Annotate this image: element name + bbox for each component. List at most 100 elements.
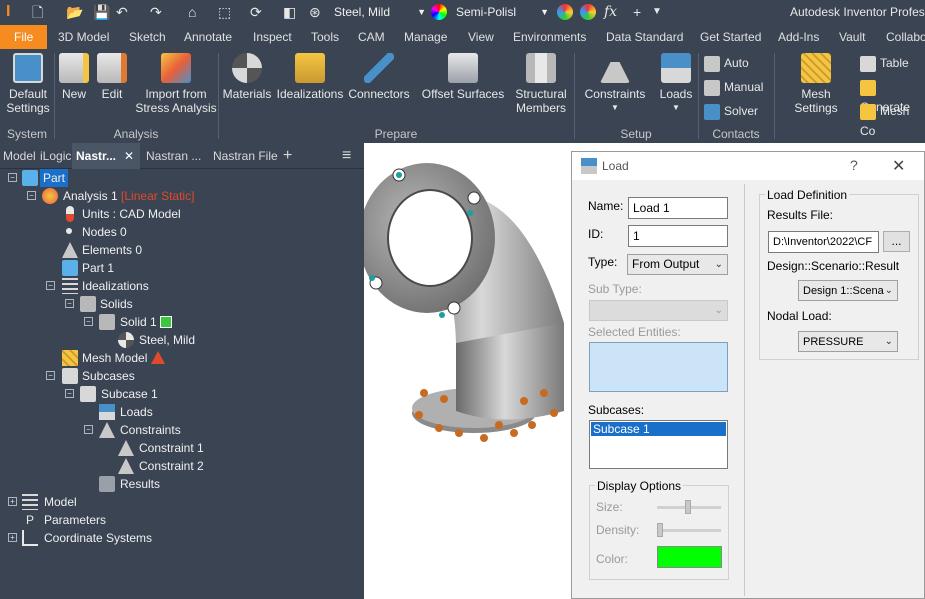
loads-button[interactable]: Loads ▼ bbox=[654, 53, 698, 115]
tab-data-standard[interactable]: Data Standard bbox=[600, 25, 689, 49]
collapse-icon[interactable]: − bbox=[84, 425, 93, 434]
tree-analysis[interactable]: Analysis 1 [Linear Static] bbox=[63, 187, 194, 205]
type-select[interactable]: From Output ⌄ bbox=[627, 254, 728, 275]
tab-view[interactable]: View bbox=[462, 25, 500, 49]
tab-nastran-file[interactable]: Nastran File bbox=[213, 143, 278, 169]
redo-icon[interactable]: ↷ bbox=[150, 3, 162, 21]
tab-add-ins[interactable]: Add-Ins bbox=[772, 25, 825, 49]
new-doc-icon[interactable]: 🗋 bbox=[32, 3, 43, 21]
manual-button[interactable]: Manual bbox=[704, 77, 763, 97]
generate-button[interactable]: Generate bbox=[860, 77, 925, 114]
tree-parameters[interactable]: Parameters bbox=[44, 511, 106, 529]
chevron-down-icon[interactable]: ▼ bbox=[654, 101, 698, 115]
parts-icon[interactable]: ◧ bbox=[283, 3, 296, 21]
appearance-dropdown[interactable]: Semi-Polisl ▼ bbox=[452, 2, 551, 22]
update-icon[interactable]: ⟳ bbox=[250, 3, 262, 21]
idealizations-button[interactable]: Idealizations bbox=[275, 53, 345, 101]
expand-icon[interactable]: + bbox=[8, 533, 17, 542]
home-icon[interactable]: ⌂ bbox=[188, 3, 196, 21]
tab-get-started[interactable]: Get Started bbox=[694, 25, 767, 49]
menu-icon[interactable]: ≡ bbox=[342, 143, 351, 169]
tree-nodes[interactable]: Nodes 0 bbox=[82, 223, 127, 241]
default-settings-button[interactable]: Default Settings bbox=[4, 53, 52, 115]
tab-file[interactable]: File bbox=[0, 25, 48, 49]
tab-nastran-2[interactable]: Nastran ... bbox=[146, 143, 201, 169]
collapse-icon[interactable]: − bbox=[8, 173, 17, 182]
chevron-down-icon[interactable]: ▼ bbox=[580, 101, 650, 115]
undo-icon[interactable]: ↶ bbox=[116, 3, 128, 21]
tab-vault[interactable]: Vault bbox=[833, 25, 871, 49]
add-tab-icon[interactable]: + bbox=[283, 143, 292, 169]
tree-loads[interactable]: Loads bbox=[120, 403, 153, 421]
tree-solids[interactable]: Solids bbox=[100, 295, 133, 313]
tab-sketch[interactable]: Sketch bbox=[123, 25, 172, 49]
tree-part[interactable]: Part bbox=[40, 169, 69, 187]
density-slider-thumb[interactable] bbox=[657, 523, 663, 537]
structural-members-button[interactable]: Structural Members bbox=[510, 53, 572, 115]
color-swatch[interactable] bbox=[657, 546, 722, 568]
dialog-titlebar[interactable]: Load ? ✕ bbox=[572, 152, 924, 180]
nodal-load-select[interactable]: PRESSURE ⌄ bbox=[798, 331, 898, 352]
tree-subcases[interactable]: Subcases bbox=[82, 367, 135, 385]
collapse-icon[interactable]: − bbox=[65, 299, 74, 308]
tab-ilogic[interactable]: iLogic bbox=[40, 143, 71, 169]
tree-solid1[interactable]: Solid 1 bbox=[120, 313, 157, 331]
size-slider[interactable] bbox=[657, 500, 721, 514]
fx-icon[interactable]: fx bbox=[604, 3, 617, 21]
chevron-down-icon[interactable]: ▼ bbox=[652, 3, 662, 21]
new-button[interactable]: New bbox=[58, 53, 90, 101]
subcases-list[interactable]: Subcase 1 bbox=[589, 420, 728, 469]
tab-3d-model[interactable]: 3D Model bbox=[52, 25, 115, 49]
tree-constraint1[interactable]: Constraint 1 bbox=[139, 439, 204, 457]
offset-surfaces-button[interactable]: Offset Surfaces bbox=[420, 53, 506, 101]
materials-button[interactable]: Materials bbox=[222, 53, 272, 101]
tree-part1[interactable]: Part 1 bbox=[82, 259, 114, 277]
browse-button[interactable]: ... bbox=[883, 231, 910, 252]
mesh-control-button[interactable]: Mesh Co bbox=[860, 101, 925, 138]
collapse-icon[interactable]: − bbox=[46, 371, 55, 380]
tree-mesh[interactable]: Mesh Model bbox=[82, 349, 147, 367]
tab-annotate[interactable]: Annotate bbox=[178, 25, 238, 49]
color-wheel-icon[interactable] bbox=[431, 4, 447, 20]
tree-steel[interactable]: Steel, Mild bbox=[139, 331, 195, 349]
material-dropdown[interactable]: Steel, Mild ▼ bbox=[330, 2, 428, 22]
tree-idealizations[interactable]: Idealizations bbox=[82, 277, 149, 295]
tab-model[interactable]: Model bbox=[3, 143, 36, 169]
tab-inspect[interactable]: Inspect bbox=[247, 25, 298, 49]
tab-manage[interactable]: Manage bbox=[398, 25, 453, 49]
selected-entities-box[interactable] bbox=[589, 342, 728, 392]
table-button[interactable]: Table bbox=[860, 53, 909, 73]
tab-collaborate[interactable]: Collabo bbox=[880, 25, 925, 49]
collapse-icon[interactable]: − bbox=[27, 191, 36, 200]
inventor-logo[interactable]: I bbox=[6, 3, 10, 21]
plus-icon[interactable]: + bbox=[633, 3, 641, 21]
collapse-icon[interactable]: − bbox=[84, 317, 93, 326]
tab-environments[interactable]: Environments bbox=[507, 25, 592, 49]
subcase-list-item[interactable]: Subcase 1 bbox=[591, 422, 726, 436]
design-scenario-select[interactable]: Design 1::Scena ⌄ bbox=[798, 280, 898, 301]
help-icon[interactable]: ? bbox=[850, 157, 858, 173]
collapse-icon[interactable]: − bbox=[65, 389, 74, 398]
tree-subcase1[interactable]: Subcase 1 bbox=[101, 385, 158, 403]
id-input[interactable]: 1 bbox=[628, 225, 728, 247]
tree-model[interactable]: Model bbox=[44, 493, 77, 511]
size-slider-thumb[interactable] bbox=[685, 500, 691, 514]
select-icon[interactable]: ⬚ bbox=[218, 3, 231, 21]
tab-nastran-active[interactable]: Nastr... ✕ bbox=[72, 143, 140, 169]
tree-elements[interactable]: Elements 0 bbox=[82, 241, 142, 259]
tab-cam[interactable]: CAM bbox=[352, 25, 391, 49]
tree-results[interactable]: Results bbox=[120, 475, 160, 493]
name-input[interactable]: Load 1 bbox=[628, 197, 728, 219]
results-file-input[interactable]: D:\Inventor\2022\CF bbox=[768, 231, 879, 253]
constraints-button[interactable]: Constraints ▼ bbox=[580, 53, 650, 115]
connectors-button[interactable]: Connectors bbox=[346, 53, 412, 101]
clear-icon[interactable] bbox=[580, 4, 596, 20]
import-stress-button[interactable]: Import from Stress Analysis bbox=[134, 53, 218, 115]
tree-units[interactable]: Units : CAD Model bbox=[82, 205, 181, 223]
expand-icon[interactable]: + bbox=[8, 497, 17, 506]
tab-tools[interactable]: Tools bbox=[305, 25, 345, 49]
save-icon[interactable]: 💾 bbox=[93, 3, 110, 21]
edit-button[interactable]: Edit bbox=[96, 53, 128, 101]
mesh-settings-button[interactable]: Mesh Settings bbox=[778, 53, 854, 115]
tree-constraints[interactable]: Constraints bbox=[120, 421, 181, 439]
